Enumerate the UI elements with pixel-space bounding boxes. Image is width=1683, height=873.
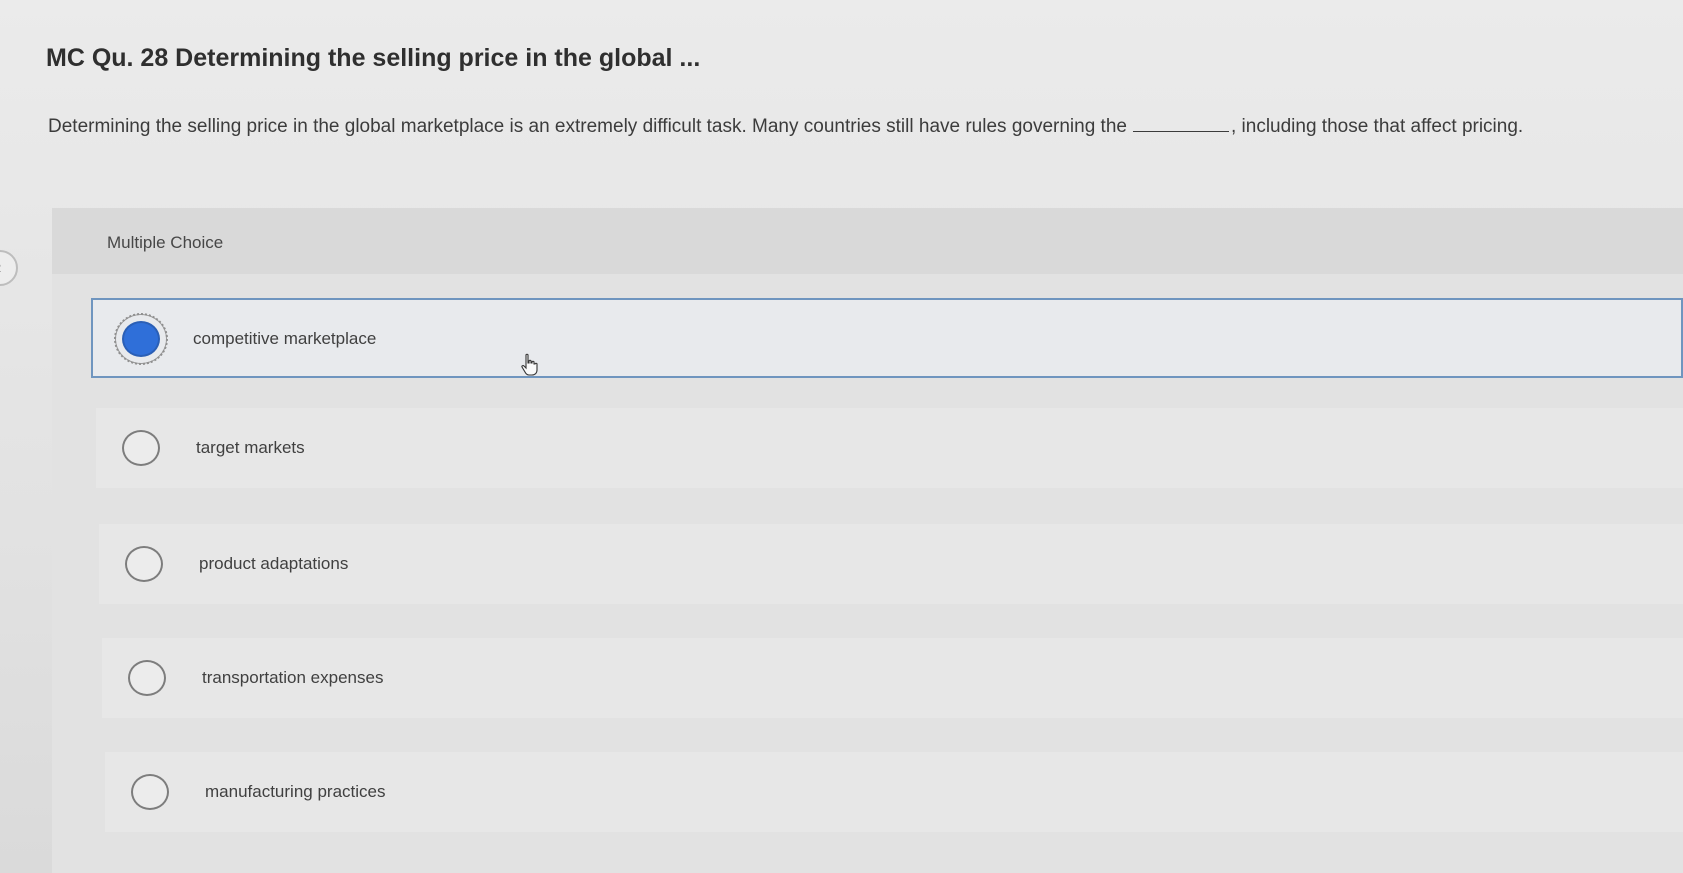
choice-label: transportation expenses bbox=[202, 668, 384, 687]
radio-button[interactable] bbox=[125, 546, 163, 582]
choice-label: product adaptations bbox=[199, 554, 349, 573]
choice-label: manufacturing practices bbox=[205, 782, 386, 801]
choice-option-transportation-expenses[interactable]: transportation expenses bbox=[102, 638, 1683, 718]
multiple-choice-panel: Multiple Choice competitive marketplace … bbox=[52, 208, 1683, 873]
radio-button-selected[interactable] bbox=[114, 313, 168, 365]
question-text-after-blank: , including those that affect pricing. bbox=[1230, 116, 1524, 137]
choice-label: competitive marketplace bbox=[193, 329, 377, 348]
choice-option-competitive-marketplace[interactable]: competitive marketplace bbox=[91, 298, 1683, 378]
step-marker-number: 2 bbox=[0, 261, 1, 275]
choice-option-manufacturing-practices[interactable]: manufacturing practices bbox=[105, 752, 1683, 832]
answer-blank bbox=[1132, 118, 1229, 132]
radio-button[interactable] bbox=[131, 774, 169, 810]
hand-pointer-icon bbox=[521, 353, 538, 376]
question-step-marker[interactable]: 2 bbox=[0, 250, 18, 286]
radio-button[interactable] bbox=[122, 430, 160, 466]
question-page: 2 MC Qu. 28 Determining the selling pric… bbox=[0, 0, 1683, 873]
question-text: Determining the selling price in the glo… bbox=[48, 116, 1523, 138]
question-title: MC Qu. 28 Determining the selling price … bbox=[46, 44, 701, 72]
choice-option-target-markets[interactable]: target markets bbox=[96, 408, 1683, 488]
question-text-before-blank: Determining the selling price in the glo… bbox=[48, 116, 1127, 137]
multiple-choice-header: Multiple Choice bbox=[52, 208, 1683, 274]
choices-area: competitive marketplace target markets p… bbox=[52, 274, 1683, 873]
choice-label: target markets bbox=[196, 438, 305, 457]
choice-option-product-adaptations[interactable]: product adaptations bbox=[99, 524, 1683, 604]
multiple-choice-label: Multiple Choice bbox=[107, 233, 224, 252]
radio-button[interactable] bbox=[128, 660, 166, 696]
